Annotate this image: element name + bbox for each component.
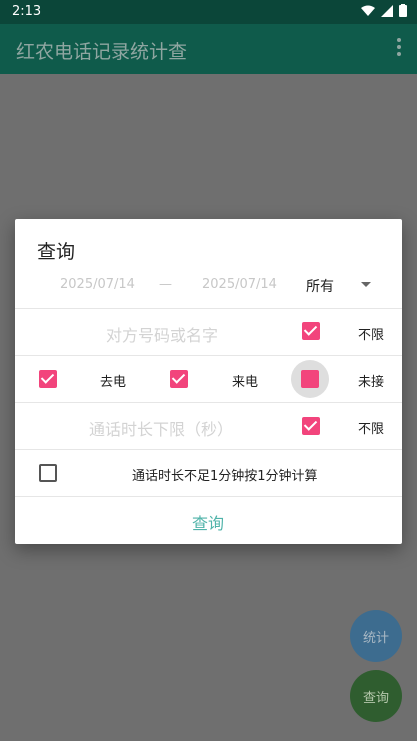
start-date-field[interactable]: 2025/07/14 xyxy=(60,277,135,292)
outgoing-label: 去电 xyxy=(100,375,127,390)
more-options-icon[interactable] xyxy=(397,38,401,56)
divider xyxy=(15,449,402,450)
contact-input[interactable]: 对方号码或名字 xyxy=(106,322,218,346)
duration-unlimited-label: 不限 xyxy=(358,422,385,437)
divider xyxy=(15,308,402,309)
incoming-label: 来电 xyxy=(232,375,259,390)
status-time: 2:13 xyxy=(12,4,42,19)
app-title: 红农电话记录统计查 xyxy=(16,41,188,63)
call-type-select[interactable]: 所有 xyxy=(306,276,334,296)
status-bar: 2:13 xyxy=(0,0,417,24)
dialog-title: 查询 xyxy=(37,241,76,263)
contact-unlimited-label: 不限 xyxy=(358,328,385,343)
duration-unlimited-checkbox[interactable] xyxy=(302,417,320,435)
missed-checkbox[interactable] xyxy=(301,370,319,388)
battery-icon xyxy=(399,4,407,17)
missed-label: 未接 xyxy=(358,375,385,390)
query-fab-button[interactable]: 查询 xyxy=(350,670,402,722)
query-dialog: 查询 2025/07/14 — 2025/07/14 所有 对方号码或名字 不限… xyxy=(15,219,402,544)
round-minute-label: 通话时长不足1分钟按1分钟计算 xyxy=(132,469,318,484)
query-button[interactable]: 查询 xyxy=(192,510,224,534)
divider xyxy=(15,402,402,403)
divider xyxy=(15,355,402,356)
wifi-icon xyxy=(361,5,375,16)
duration-input[interactable]: 通话时长下限（秒） xyxy=(89,416,233,440)
end-date-field[interactable]: 2025/07/14 xyxy=(202,277,277,292)
stats-fab-button[interactable]: 统计 xyxy=(350,610,402,662)
date-dash: — xyxy=(159,277,172,292)
signal-icon xyxy=(381,4,393,17)
dropdown-caret-icon[interactable] xyxy=(361,282,371,287)
outgoing-checkbox[interactable] xyxy=(39,370,57,388)
divider xyxy=(15,496,402,497)
round-minute-checkbox[interactable] xyxy=(39,464,57,482)
contact-unlimited-checkbox[interactable] xyxy=(302,322,320,340)
app-bar: 红农电话记录统计查 xyxy=(0,24,417,74)
incoming-checkbox[interactable] xyxy=(170,370,188,388)
status-icons xyxy=(361,4,407,17)
